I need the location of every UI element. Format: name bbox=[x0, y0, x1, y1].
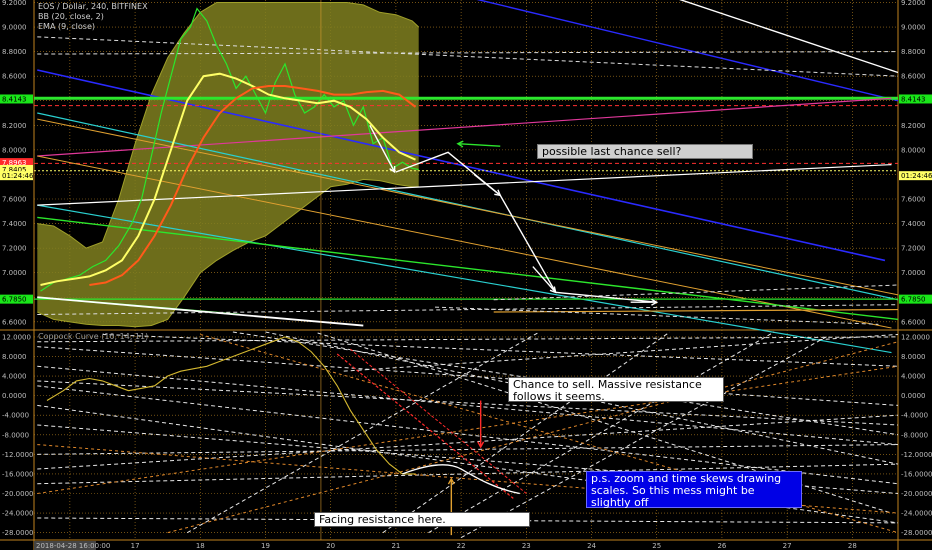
price-tick-right: 8.8000 bbox=[901, 48, 926, 56]
chart-canvas[interactable]: 9.2000 9.2000 9.0000 9.0000 8.8000 8.8000 8.60… bbox=[0, 0, 932, 550]
chart-area[interactable]: 9.2000 9.2000 9.0000 9.0000 8.8000 8.8000 8.60… bbox=[0, 0, 932, 550]
price-tag-label: 01:24:46 bbox=[2, 172, 34, 180]
bb-indicator-label: BB (20, close, 2) bbox=[38, 12, 104, 21]
price-tick-right: 7.6000 bbox=[901, 196, 926, 204]
price-tick-left: 9.0000 bbox=[2, 24, 27, 32]
time-tick: 19 bbox=[261, 542, 270, 550]
time-tick: 25 bbox=[652, 542, 661, 550]
price-tick-left: 8.0000 bbox=[2, 146, 27, 154]
annotation-zoom-disclaimer[interactable]: p.s. zoom and time skews drawing scales.… bbox=[586, 471, 802, 509]
coppock-tick-right: -20.0000 bbox=[901, 490, 932, 498]
coppock-tick-right: 8.0000 bbox=[901, 353, 926, 361]
price-tick-right: 6.6000 bbox=[901, 318, 926, 326]
coppock-tick-left: 4.0000 bbox=[2, 373, 27, 381]
coppock-tick-right: -4.0000 bbox=[901, 412, 928, 420]
price-tick-right: 7.4000 bbox=[901, 220, 926, 228]
ema-indicator-label: EMA (9, close) bbox=[38, 22, 95, 31]
price-tag-label: 8.4143 bbox=[901, 95, 926, 103]
time-tick: 26 bbox=[717, 542, 726, 550]
price-tick-right: 8.2000 bbox=[901, 122, 926, 130]
coppock-tick-right: -24.0000 bbox=[901, 510, 932, 518]
time-tick: 27 bbox=[783, 542, 792, 550]
coppock-tick-left: -16.0000 bbox=[2, 470, 33, 478]
coppock-tick-right: -16.0000 bbox=[901, 470, 932, 478]
price-tick-right: 8.6000 bbox=[901, 73, 926, 81]
price-tag-label: 6.7850 bbox=[2, 296, 27, 304]
price-tick-right: 9.0000 bbox=[901, 24, 926, 32]
coppock-tick-left: -4.0000 bbox=[2, 412, 29, 420]
coppock-tick-right: -12.0000 bbox=[901, 451, 932, 459]
coppock-tick-right: 0.0000 bbox=[901, 392, 926, 400]
price-tick-left: 9.2000 bbox=[2, 0, 27, 7]
price-tick-right: 8.0000 bbox=[901, 146, 926, 154]
price-tick-right: 7.0000 bbox=[901, 269, 926, 277]
price-tag-label: 6.7850 bbox=[901, 296, 926, 304]
annotation-last-chance-sell[interactable]: possible last chance sell? bbox=[537, 144, 753, 159]
coppock-tick-right: 12.0000 bbox=[901, 333, 930, 341]
price-tick-left: 7.4000 bbox=[2, 220, 27, 228]
chart-symbol-title: EOS / Dollar, 240, BITFINEX bbox=[38, 2, 148, 11]
time-tick: 22 bbox=[457, 542, 466, 550]
coppock-tick-left: 12.0000 bbox=[2, 333, 31, 341]
price-tick-left: 8.6000 bbox=[2, 73, 27, 81]
coppock-tick-left: -28.0000 bbox=[2, 529, 33, 537]
coppock-tick-right: -28.0000 bbox=[901, 529, 932, 537]
price-tick-left: 7.0000 bbox=[2, 269, 27, 277]
time-tick: 28 bbox=[848, 542, 857, 550]
time-tick: 21 bbox=[391, 542, 400, 550]
time-tick: 24 bbox=[587, 542, 596, 550]
price-tick-right: 7.2000 bbox=[901, 245, 926, 253]
coppock-tick-left: -8.0000 bbox=[2, 431, 29, 439]
price-tick-left: 6.6000 bbox=[2, 318, 27, 326]
price-tick-right: 9.2000 bbox=[901, 0, 926, 7]
time-tick: 23 bbox=[522, 542, 531, 550]
time-tick: 18 bbox=[196, 542, 205, 550]
coppock-tick-left: -24.0000 bbox=[2, 510, 33, 518]
coppock-tick-right: 4.0000 bbox=[901, 373, 926, 381]
annotation-chance-to-sell[interactable]: Chance to sell. Massive resistance follo… bbox=[508, 377, 724, 403]
coppock-tick-left: -20.0000 bbox=[2, 490, 33, 498]
coppock-tick-left: 8.0000 bbox=[2, 353, 27, 361]
price-tag-label: 01:24:46 bbox=[901, 172, 932, 180]
coppock-indicator-label: Coppock Curve (10, 14, 11) bbox=[38, 332, 149, 341]
time-tick: 17 bbox=[131, 542, 140, 550]
coppock-tick-left: -12.0000 bbox=[2, 451, 33, 459]
coppock-tick-right: -8.0000 bbox=[901, 431, 928, 439]
time-tick: 20 bbox=[326, 542, 335, 550]
price-tag-label: 8.4143 bbox=[2, 95, 27, 103]
price-tick-left: 7.6000 bbox=[2, 196, 27, 204]
price-tick-left: 7.2000 bbox=[2, 245, 27, 253]
price-tick-left: 8.8000 bbox=[2, 48, 27, 56]
coppock-tick-left: 0.0000 bbox=[2, 392, 27, 400]
price-tick-left: 8.2000 bbox=[2, 122, 27, 130]
cursor-date-label: 2018-04-28 16:00:00 bbox=[36, 542, 110, 550]
annotation-facing-resistance[interactable]: Facing resistance here. bbox=[314, 512, 530, 527]
